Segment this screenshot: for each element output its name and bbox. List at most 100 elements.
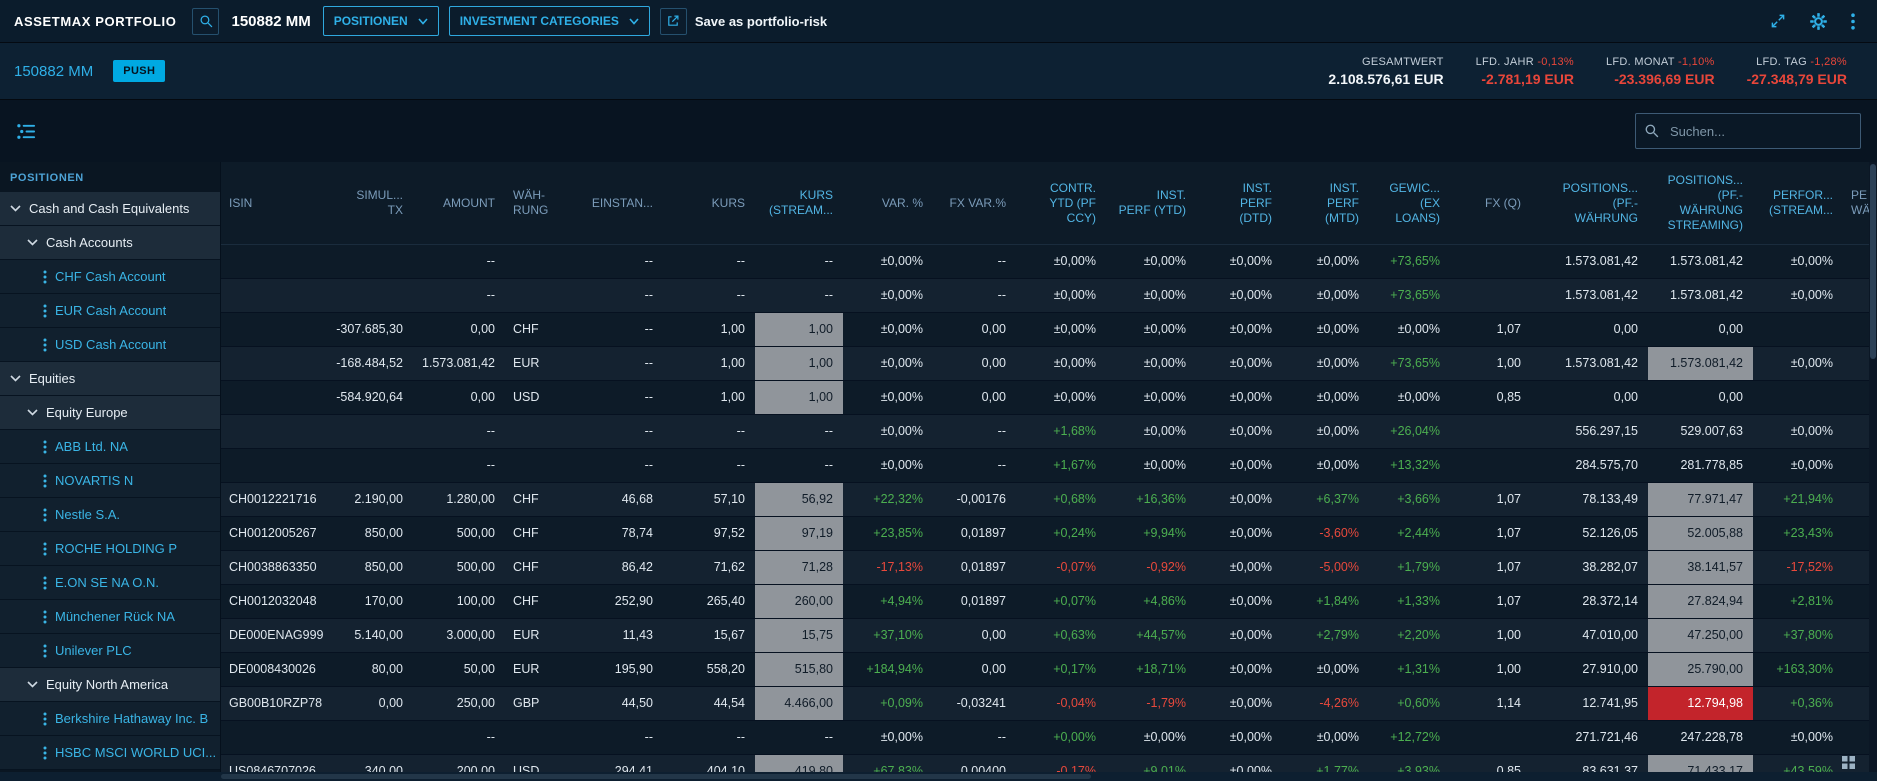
sidebar-item-berkshire-hathaway-inc-b[interactable]: Berkshire Hathaway Inc. B (0, 702, 220, 736)
scrollbar-thumb[interactable] (1870, 164, 1876, 359)
kebab-icon[interactable] (43, 610, 47, 624)
sidebar-item-roche-holding-p[interactable]: ROCHE HOLDING P (0, 532, 220, 566)
table-row[interactable]: CH0012005267850,00500,00CHF78,7497,5297,… (221, 517, 1869, 551)
table-row[interactable]: --------±0,00%--+0,00%±0,00%±0,00%±0,00%… (221, 721, 1869, 755)
cell-position-pf-waehrung: 52.126,05 (1531, 517, 1648, 550)
cell-position-pf-waehrung: 28.372,14 (1531, 585, 1648, 618)
table-row[interactable]: --------±0,00%--+1,68%±0,00%±0,00%±0,00%… (221, 415, 1869, 449)
horizontal-scrollbar[interactable] (221, 774, 1091, 779)
kebab-icon[interactable] (43, 542, 47, 556)
table-row[interactable]: -168.484,521.573.081,42EUR--1,001,00±0,0… (221, 347, 1869, 381)
cell-gewicht-ex-loans: ±0,00% (1369, 381, 1450, 414)
sidebar-item-equity-europe[interactable]: Equity Europe (0, 396, 220, 430)
sidebar-item-hsbc-msci-world-uci[interactable]: HSBC MSCI WORLD UCI... (0, 736, 220, 770)
sidebar-item-nestle-s-a[interactable]: Nestle S.A. (0, 498, 220, 532)
column-header-kurs[interactable]: KURS (663, 162, 755, 244)
table-row[interactable]: DE000ENAG9995.140,003.000,00EUR11,4315,6… (221, 619, 1869, 653)
sidebar-item-m-nchener-r-ck-na[interactable]: Münchener Rück NA (0, 600, 220, 634)
sidebar-item-eur-cash-account[interactable]: EUR Cash Account (0, 294, 220, 328)
sidebar-item-chf-cash-account[interactable]: CHF Cash Account (0, 260, 220, 294)
kebab-icon[interactable] (43, 440, 47, 454)
search-input[interactable] (1635, 113, 1861, 149)
sidebar-item-abb-ltd-na[interactable]: ABB Ltd. NA (0, 430, 220, 464)
table-row[interactable]: US0846707026340,00200,00USD294,41404,104… (221, 755, 1869, 772)
kebab-icon[interactable] (43, 746, 47, 760)
column-header-simul-tx[interactable]: SIMUL...TX (329, 162, 413, 244)
sidebar-item-usd-cash-account[interactable]: USD Cash Account (0, 328, 220, 362)
sidebar-item-equities[interactable]: Equities (0, 362, 220, 396)
positions-dropdown[interactable]: POSITIONEN (323, 6, 439, 36)
cell-contr-ytd: +0,68% (1016, 483, 1106, 516)
column-header-performance-streaming[interactable]: PERFOR...(STREAM... (1753, 162, 1843, 244)
chevron-down-icon[interactable] (10, 375, 21, 382)
sidebar-item-cash-accounts[interactable]: Cash Accounts (0, 226, 220, 260)
settings-gear-icon[interactable] (1810, 13, 1827, 30)
save-as-portfolio-risk-link[interactable]: Save as portfolio-risk (695, 14, 827, 29)
kebab-icon[interactable] (43, 474, 47, 488)
chevron-down-icon[interactable] (27, 239, 38, 246)
sidebar-item-cash-and-cash-equivalents[interactable]: Cash and Cash Equivalents (0, 192, 220, 226)
sidebar-item-novartis-n[interactable]: NOVARTIS N (0, 464, 220, 498)
table-row[interactable]: CH00122217162.190,001.280,00CHF46,6857,1… (221, 483, 1869, 517)
fullscreen-icon[interactable] (1770, 13, 1786, 29)
table-row[interactable]: GB00B10RZP780,00250,00GBP44,5044,544.466… (221, 687, 1869, 721)
column-header-pe-cut[interactable]: PEWÄ (1843, 162, 1869, 244)
sidebar-item-label: Cash Accounts (46, 235, 133, 250)
column-header-gewicht-ex-loans[interactable]: GEWIC...(EXLOANS) (1369, 162, 1450, 244)
kebab-icon[interactable] (43, 576, 47, 590)
chevron-down-icon[interactable] (27, 681, 38, 688)
cell-pe-cut (1843, 517, 1869, 550)
kebab-icon[interactable] (43, 508, 47, 522)
search-icon (199, 14, 213, 28)
hierarchy-filter-icon[interactable] (16, 122, 37, 141)
column-header-fx-var-pct[interactable]: FX VAR.% (933, 162, 1016, 244)
table-row[interactable]: -307.685,300,00CHF--1,001,00±0,00%0,00±0… (221, 313, 1869, 347)
kebab-icon[interactable] (43, 304, 47, 318)
cell-einstand: -- (555, 279, 663, 312)
cell-isin (221, 381, 329, 414)
column-header-isin[interactable]: ISIN (221, 162, 329, 244)
kebab-icon[interactable] (43, 270, 47, 284)
column-header-contr-ytd[interactable]: CONTR.YTD (PFCCY) (1016, 162, 1106, 244)
sidebar-item-equity-north-america[interactable]: Equity North America (0, 668, 220, 702)
column-header-fx-q[interactable]: FX (Q) (1450, 162, 1531, 244)
push-button[interactable]: PUSH (113, 60, 165, 82)
search-button[interactable] (192, 8, 219, 35)
chevron-down-icon[interactable] (27, 409, 38, 416)
portfolio-name-link[interactable]: 150882 MM (14, 63, 93, 80)
cell-amount: 1.573.081,42 (413, 347, 505, 380)
column-header-waehrung[interactable]: WÄH-RUNG (505, 162, 555, 244)
sidebar-item-label: NOVARTIS N (55, 473, 133, 488)
table-row[interactable]: --------±0,00%--+1,67%±0,00%±0,00%±0,00%… (221, 449, 1869, 483)
column-header-inst-perf-dtd[interactable]: INST.PERF(DTD) (1196, 162, 1282, 244)
cell-kurs: 265,40 (663, 585, 755, 618)
vertical-scrollbar[interactable] (1869, 162, 1877, 772)
sidebar-item-e-on-se-na-o-n[interactable]: E.ON SE NA O.N. (0, 566, 220, 600)
investment-categories-dropdown[interactable]: INVESTMENT CATEGORIES (449, 6, 650, 36)
table-row[interactable]: --------±0,00%--±0,00%±0,00%±0,00%±0,00%… (221, 245, 1869, 279)
chevron-down-icon[interactable] (10, 205, 21, 212)
kebab-icon[interactable] (43, 338, 47, 352)
column-header-position-pf-waehrung-streaming[interactable]: POSITIONS...(PF.-WÄHRUNGSTREAMING) (1648, 162, 1753, 244)
column-header-var-pct[interactable]: VAR. % (843, 162, 933, 244)
external-link-icon[interactable] (660, 8, 687, 35)
table-row[interactable]: DE000843002680,0050,00EUR195,90558,20515… (221, 653, 1869, 687)
cell-gewicht-ex-loans: +13,32% (1369, 449, 1450, 482)
cell-inst-perf-ytd: ±0,00% (1106, 449, 1196, 482)
sidebar-item-unilever-plc[interactable]: Unilever PLC (0, 634, 220, 668)
kebab-menu-icon[interactable] (1851, 13, 1855, 30)
table-row[interactable]: -584.920,640,00USD--1,001,00±0,00%0,00±0… (221, 381, 1869, 415)
kebab-icon[interactable] (43, 644, 47, 658)
column-header-position-pf-waehrung[interactable]: POSITIONS...(PF.-WÄHRUNG (1531, 162, 1648, 244)
kebab-icon[interactable] (43, 712, 47, 726)
column-header-amount[interactable]: AMOUNT (413, 162, 505, 244)
table-row[interactable]: CH0012032048170,00100,00CHF252,90265,402… (221, 585, 1869, 619)
column-header-inst-perf-ytd[interactable]: INST.PERF (YTD) (1106, 162, 1196, 244)
column-header-einstand[interactable]: EINSTAN... (555, 162, 663, 244)
cell-pe-cut (1843, 449, 1869, 482)
grid-view-icon[interactable] (1842, 756, 1855, 769)
table-row[interactable]: --------±0,00%--±0,00%±0,00%±0,00%±0,00%… (221, 279, 1869, 313)
table-row[interactable]: CH0038863350850,00500,00CHF86,4271,6271,… (221, 551, 1869, 585)
column-header-kurs-streaming[interactable]: KURS(STREAM... (755, 162, 843, 244)
column-header-inst-perf-mtd[interactable]: INST.PERF(MTD) (1282, 162, 1369, 244)
